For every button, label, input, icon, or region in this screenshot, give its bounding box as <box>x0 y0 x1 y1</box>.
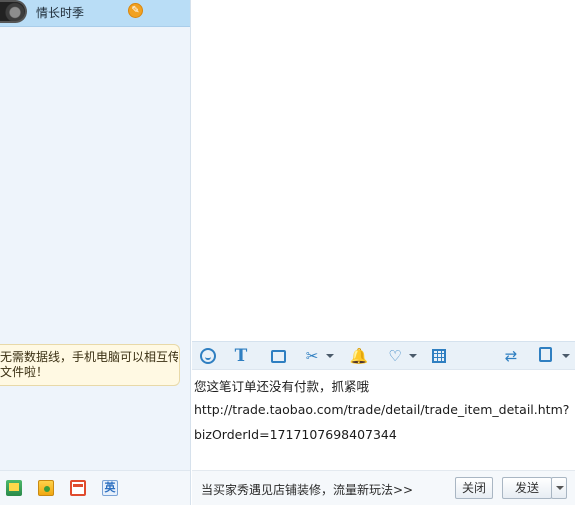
edit-badge-icon[interactable]: ✎ <box>128 3 143 18</box>
record-dropdown-icon[interactable] <box>562 354 570 358</box>
send-button[interactable]: 发送 <box>502 477 552 499</box>
promo-link[interactable]: 当买家秀遇见店铺装修，流量新玩法>> <box>201 481 413 498</box>
contact-sidebar: 情长时季 ✎ 无需数据线，手机电脑可以相互传 文件啦！ 英 <box>0 0 191 505</box>
avatar[interactable] <box>0 0 27 23</box>
transfer-icon[interactable]: ⇄ <box>500 346 522 366</box>
message-line-2: http://trade.taobao.com/trade/detail/tra… <box>194 402 570 417</box>
tip-line-2: 文件啦！ <box>0 365 49 379</box>
contact-item[interactable]: 情长时季 ✎ <box>0 0 190 27</box>
input-toolbar: T ✂ 🔔 ♡ ⇄ <box>192 341 575 370</box>
send-options-dropdown[interactable] <box>551 477 567 499</box>
close-button[interactable]: 关闭 <box>455 477 493 499</box>
font-icon[interactable]: T <box>232 346 250 366</box>
contact-name: 情长时季 <box>36 6 85 20</box>
scissors-dropdown-icon[interactable] <box>326 354 334 358</box>
store-icon[interactable] <box>70 480 86 496</box>
calculator-icon[interactable] <box>430 346 448 366</box>
left-toolbar: 英 <box>0 470 190 505</box>
wallet-icon[interactable] <box>38 480 54 496</box>
bottom-bar: 当买家秀遇见店铺装修，流量新玩法>> 关闭 发送 <box>192 470 575 505</box>
chat-history <box>192 0 575 341</box>
tip-bubble[interactable]: 无需数据线，手机电脑可以相互传 文件啦！ <box>0 344 180 386</box>
scissors-icon[interactable]: ✂ <box>302 346 322 366</box>
screenshot-icon[interactable] <box>269 346 287 366</box>
message-line-3: bizOrderId=1717107698407344 <box>194 427 397 442</box>
shop-icon[interactable] <box>6 480 22 496</box>
message-input[interactable]: 您这笔订单还没有付款，抓紧哦 http://trade.taobao.com/t… <box>192 371 575 468</box>
message-line-1: 您这笔订单还没有付款，抓紧哦 <box>194 379 370 394</box>
translate-icon[interactable]: 英 <box>102 480 118 496</box>
tip-line-1: 无需数据线，手机电脑可以相互传 <box>0 350 178 364</box>
record-icon[interactable] <box>536 346 554 366</box>
smile-icon[interactable] <box>199 346 217 366</box>
shake-icon[interactable]: 🔔 <box>349 346 369 366</box>
heart-icon[interactable]: ♡ <box>385 346 405 366</box>
heart-dropdown-icon[interactable] <box>409 354 417 358</box>
